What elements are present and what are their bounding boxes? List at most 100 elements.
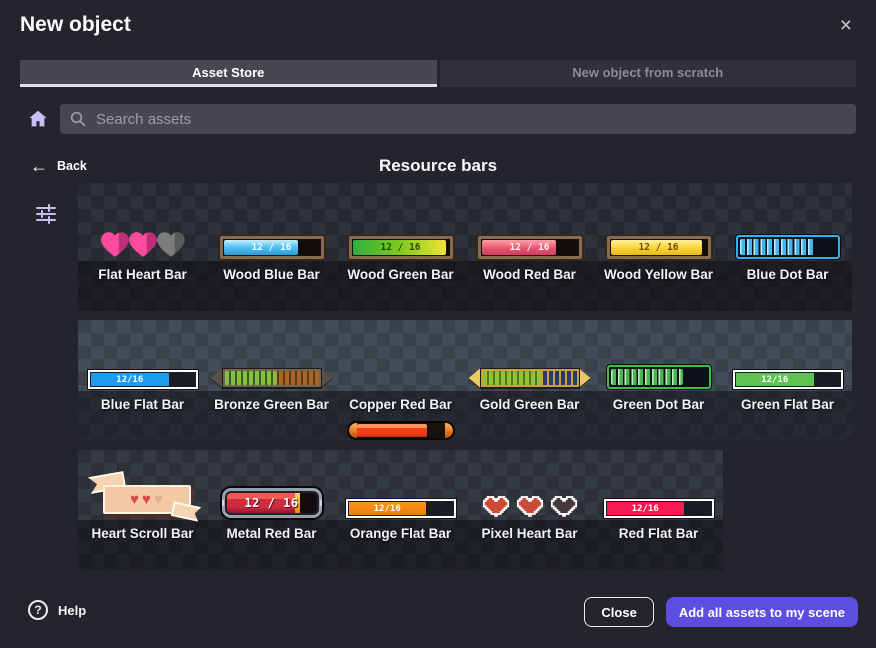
asset-card-green-flat-bar[interactable]: 12/16 Green Flat Bar — [723, 320, 852, 441]
add-all-assets-button[interactable]: Add all assets to my scene — [666, 597, 858, 627]
label-strip: Blue Flat Bar — [78, 391, 207, 441]
bar-value: 12 / 16 — [482, 240, 578, 255]
label-strip: Orange Flat Bar — [336, 520, 465, 570]
asset-row-3: ♥ ♥ ♥ Heart Scroll Bar 12 / 16 Metal Red… — [78, 450, 723, 570]
asset-label: Wood Yellow Bar — [604, 267, 713, 311]
green-dot-bar-preview — [607, 365, 711, 389]
bar-value: 12 / 16 — [353, 240, 449, 255]
label-strip: Metal Red Bar — [207, 520, 336, 570]
back-arrow-icon: ← — [30, 157, 48, 175]
asset-label: Wood Blue Bar — [223, 267, 320, 311]
back-button[interactable]: ← Back — [30, 157, 87, 175]
blue-dot-bar-preview — [736, 235, 840, 259]
asset-label: Wood Red Bar — [483, 267, 576, 311]
back-label: Back — [57, 159, 87, 173]
asset-label: Bronze Green Bar — [214, 397, 329, 441]
label-strip: Wood Red Bar — [465, 261, 594, 311]
heart-icon: ♥ — [130, 492, 139, 507]
new-object-dialog: { "dialog": { "title": "New object", "cl… — [0, 0, 876, 648]
label-strip: Wood Blue Bar — [207, 261, 336, 311]
asset-card-gold-green-bar[interactable]: Gold Green Bar — [465, 320, 594, 441]
bronze-green-bar-preview — [211, 367, 333, 389]
orange-flat-bar-preview: 12/16 — [346, 499, 456, 518]
asset-card-flat-heart-bar[interactable]: Flat Heart Bar — [78, 183, 207, 311]
label-strip: Flat Heart Bar — [78, 261, 207, 311]
footer-actions: Close Add all assets to my scene — [584, 597, 858, 627]
bar-value: 12/16 — [374, 504, 401, 514]
asset-label: Metal Red Bar — [226, 526, 316, 570]
pixel-heart-bar-preview — [482, 493, 578, 518]
bar-value: 12/16 — [761, 375, 788, 385]
asset-card-pixel-heart-bar[interactable]: Pixel Heart Bar — [465, 450, 594, 570]
asset-card-wood-blue-bar[interactable]: 12 / 16 Wood Blue Bar — [207, 183, 336, 311]
asset-card-wood-yellow-bar[interactable]: 12 / 16 Wood Yellow Bar — [594, 183, 723, 311]
asset-card-orange-flat-bar[interactable]: 12/16 Orange Flat Bar — [336, 450, 465, 570]
wood-red-bar-preview: 12 / 16 — [478, 236, 582, 259]
tab-new-object-from-scratch[interactable]: New object from scratch — [440, 60, 857, 87]
help-button[interactable]: ? Help — [28, 600, 86, 620]
asset-label: Pixel Heart Bar — [481, 526, 577, 570]
gold-green-bar-preview — [469, 367, 591, 389]
asset-card-wood-red-bar[interactable]: 12 / 16 Wood Red Bar — [465, 183, 594, 311]
label-strip: Green Dot Bar — [594, 391, 723, 441]
asset-label: Blue Flat Bar — [101, 397, 184, 441]
search-icon — [70, 111, 86, 127]
bar-value: 12/16 — [116, 375, 143, 385]
asset-label: Heart Scroll Bar — [91, 526, 193, 570]
bar-value: 12 / 16 — [224, 240, 320, 255]
close-icon[interactable]: × — [840, 15, 852, 36]
label-strip: Red Flat Bar — [594, 520, 723, 570]
pack-heading: Resource bars — [0, 156, 876, 176]
label-strip: Green Flat Bar — [723, 391, 852, 441]
asset-card-metal-red-bar[interactable]: 12 / 16 Metal Red Bar — [207, 450, 336, 570]
asset-row-2: 12/16 Blue Flat Bar Bronze Green Bar Cop… — [78, 320, 852, 441]
metal-red-bar-preview: 12 / 16 — [222, 488, 322, 518]
asset-card-wood-green-bar[interactable]: 12 / 16 Wood Green Bar — [336, 183, 465, 311]
label-strip: Gold Green Bar — [465, 391, 594, 441]
home-icon[interactable] — [27, 108, 49, 130]
heart-icon: ♥ — [142, 492, 151, 507]
green-flat-bar-preview: 12/16 — [733, 370, 843, 389]
asset-label: Gold Green Bar — [480, 397, 580, 441]
help-icon: ? — [28, 600, 48, 620]
label-strip: Copper Red Bar — [336, 391, 465, 441]
asset-label: Wood Green Bar — [347, 267, 453, 311]
asset-label: Green Dot Bar — [613, 397, 705, 441]
asset-label: Flat Heart Bar — [98, 267, 187, 311]
asset-label: Blue Dot Bar — [747, 267, 829, 311]
label-strip: Heart Scroll Bar — [78, 520, 207, 570]
close-button[interactable]: Close — [584, 597, 653, 627]
bar-value: 12/16 — [632, 504, 659, 514]
flat-heart-bar-preview — [101, 230, 185, 259]
label-strip: Pixel Heart Bar — [465, 520, 594, 570]
asset-card-green-dot-bar[interactable]: Green Dot Bar — [594, 320, 723, 441]
help-label: Help — [58, 603, 86, 618]
asset-card-copper-red-bar[interactable]: Copper Red Bar — [336, 320, 465, 441]
red-flat-bar-preview: 12/16 — [604, 499, 714, 518]
tab-asset-store-label: Asset Store — [192, 65, 264, 80]
search-bar — [60, 104, 856, 134]
heart-icon: ♥ — [154, 492, 163, 507]
asset-card-red-flat-bar[interactable]: 12/16 Red Flat Bar — [594, 450, 723, 570]
label-strip: Wood Yellow Bar — [594, 261, 723, 311]
heart-scroll-bar-preview: ♥ ♥ ♥ — [91, 476, 195, 518]
tab-asset-store[interactable]: Asset Store — [20, 60, 437, 87]
tab-from-scratch-label: New object from scratch — [572, 65, 723, 80]
wood-yellow-bar-preview: 12 / 16 — [607, 236, 711, 259]
asset-label: Orange Flat Bar — [350, 526, 451, 570]
asset-card-heart-scroll-bar[interactable]: ♥ ♥ ♥ Heart Scroll Bar — [78, 450, 207, 570]
tab-bar: Asset Store New object from scratch — [20, 60, 856, 87]
bar-value: 12 / 16 — [227, 493, 317, 513]
search-input[interactable] — [96, 111, 846, 128]
asset-card-blue-dot-bar[interactable]: Blue Dot Bar — [723, 183, 852, 311]
blue-flat-bar-preview: 12/16 — [88, 370, 198, 389]
filter-icon[interactable] — [34, 203, 58, 227]
bar-value: 12 / 16 — [611, 240, 707, 255]
asset-card-bronze-green-bar[interactable]: Bronze Green Bar — [207, 320, 336, 441]
wood-blue-bar-preview: 12 / 16 — [220, 236, 324, 259]
asset-label: Green Flat Bar — [741, 397, 834, 441]
asset-card-blue-flat-bar[interactable]: 12/16 Blue Flat Bar — [78, 320, 207, 441]
asset-label: Copper Red Bar — [349, 397, 452, 441]
wood-green-bar-preview: 12 / 16 — [349, 236, 453, 259]
asset-row-1: Flat Heart Bar 12 / 16 Wood Blue Bar 12 … — [78, 183, 852, 311]
